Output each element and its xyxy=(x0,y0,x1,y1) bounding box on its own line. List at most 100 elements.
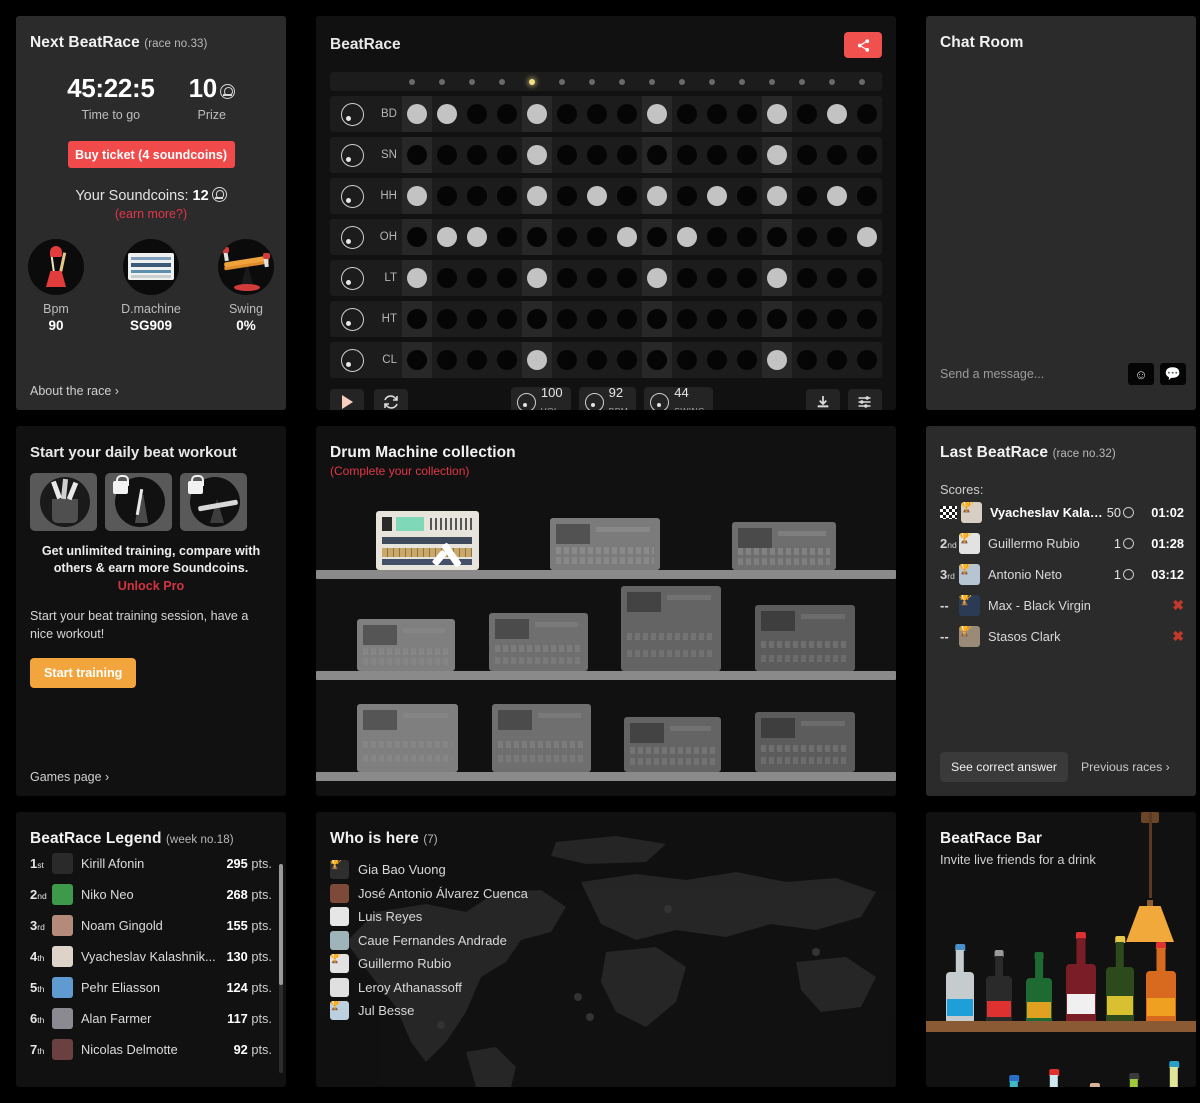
step-cell[interactable] xyxy=(462,96,492,132)
step-cell[interactable] xyxy=(552,137,582,173)
drum-machine-item[interactable] xyxy=(755,712,856,772)
list-item[interactable]: José Antonio Álvarez Cuenca xyxy=(330,882,896,906)
locked-swing-icon[interactable] xyxy=(180,473,247,531)
step-cell[interactable] xyxy=(432,137,462,173)
step-cell[interactable] xyxy=(432,260,462,296)
track-preview-icon[interactable] xyxy=(341,143,364,167)
remove-icon[interactable]: ✖ xyxy=(1142,597,1184,614)
step-cell[interactable] xyxy=(492,301,522,337)
step-cell[interactable] xyxy=(852,178,882,214)
step-cell[interactable] xyxy=(852,260,882,296)
track-preview-icon[interactable] xyxy=(341,307,364,331)
step-cell[interactable] xyxy=(672,137,702,173)
step-cell[interactable] xyxy=(642,219,672,255)
step-cell[interactable] xyxy=(522,96,552,132)
step-cell[interactable] xyxy=(462,301,492,337)
step-cell[interactable] xyxy=(672,96,702,132)
step-cell[interactable] xyxy=(822,178,852,214)
step-cell[interactable] xyxy=(762,301,792,337)
step-cell[interactable] xyxy=(792,219,822,255)
step-cell[interactable] xyxy=(702,96,732,132)
step-cell[interactable] xyxy=(762,96,792,132)
bottle[interactable] xyxy=(1120,1073,1148,1087)
step-cell[interactable] xyxy=(642,342,672,378)
step-cell[interactable] xyxy=(402,260,432,296)
step-cell[interactable] xyxy=(612,301,642,337)
legend-scrollbar[interactable] xyxy=(279,864,283,1073)
loop-button[interactable] xyxy=(374,388,408,410)
step-cell[interactable] xyxy=(702,342,732,378)
step-cell[interactable] xyxy=(402,219,432,255)
step-cell[interactable] xyxy=(522,260,552,296)
unlock-pro-link[interactable]: Unlock Pro xyxy=(16,579,286,593)
step-cell[interactable] xyxy=(612,219,642,255)
step-cell[interactable] xyxy=(792,178,822,214)
step-cell[interactable] xyxy=(762,260,792,296)
step-cell[interactable] xyxy=(852,342,882,378)
step-cell[interactable] xyxy=(852,137,882,173)
step-cell[interactable] xyxy=(822,96,852,132)
knob-bpm[interactable]: 92 BPM xyxy=(578,386,637,410)
step-cell[interactable] xyxy=(852,301,882,337)
step-cell[interactable] xyxy=(582,96,612,132)
step-cell[interactable] xyxy=(492,219,522,255)
step-cell[interactable] xyxy=(792,301,822,337)
remove-icon[interactable]: ✖ xyxy=(1142,628,1184,645)
share-button[interactable] xyxy=(844,32,882,58)
step-cell[interactable] xyxy=(642,301,672,337)
bottle[interactable] xyxy=(1066,932,1096,1032)
step-cell[interactable] xyxy=(462,219,492,255)
step-cell[interactable] xyxy=(852,219,882,255)
bottle[interactable] xyxy=(946,944,974,1032)
step-cell[interactable] xyxy=(852,96,882,132)
step-cell[interactable] xyxy=(582,219,612,255)
list-item[interactable]: 🏆 Guillermo Rubio xyxy=(330,952,896,976)
step-cell[interactable] xyxy=(462,137,492,173)
step-cell[interactable] xyxy=(432,301,462,337)
step-cell[interactable] xyxy=(612,260,642,296)
step-cell[interactable] xyxy=(582,137,612,173)
bottle[interactable] xyxy=(1000,1075,1028,1087)
step-cell[interactable] xyxy=(492,260,522,296)
step-cell[interactable] xyxy=(702,260,732,296)
list-item[interactable]: 🏆 Jul Besse xyxy=(330,999,896,1023)
knob-swing[interactable]: 44 SWING xyxy=(644,386,714,410)
drum-machine-item[interactable] xyxy=(624,717,722,772)
previous-races-link[interactable]: Previous races › xyxy=(1081,760,1170,774)
step-cell[interactable] xyxy=(492,342,522,378)
step-cell[interactable] xyxy=(792,137,822,173)
step-cell[interactable] xyxy=(552,96,582,132)
step-cell[interactable] xyxy=(582,178,612,214)
step-cell[interactable] xyxy=(432,342,462,378)
settings-button[interactable] xyxy=(847,388,882,410)
step-cell[interactable] xyxy=(432,219,462,255)
bottle[interactable] xyxy=(1026,952,1052,1032)
step-cell[interactable] xyxy=(732,219,762,255)
step-cell[interactable] xyxy=(642,178,672,214)
step-cell[interactable] xyxy=(762,137,792,173)
step-cell[interactable] xyxy=(672,219,702,255)
step-cell[interactable] xyxy=(792,342,822,378)
drum-machine-item[interactable] xyxy=(375,511,479,570)
step-cell[interactable] xyxy=(792,96,822,132)
chat-input[interactable]: Send a message... xyxy=(940,367,1122,381)
step-cell[interactable] xyxy=(462,178,492,214)
step-cell[interactable] xyxy=(582,301,612,337)
step-cell[interactable] xyxy=(462,260,492,296)
step-cell[interactable] xyxy=(672,342,702,378)
step-cell[interactable] xyxy=(822,342,852,378)
step-cell[interactable] xyxy=(462,342,492,378)
drum-machine-item[interactable] xyxy=(550,518,661,570)
list-item[interactable]: Caue Fernandes Andrade xyxy=(330,929,896,953)
step-cell[interactable] xyxy=(522,178,552,214)
buy-ticket-button[interactable]: Buy ticket (4 soundcoins) xyxy=(67,141,235,168)
drum-machine-item[interactable] xyxy=(488,613,588,671)
step-cell[interactable] xyxy=(522,137,552,173)
step-cell[interactable] xyxy=(642,260,672,296)
bottle[interactable] xyxy=(1040,1069,1068,1087)
track-preview-icon[interactable] xyxy=(341,266,364,290)
speech-bubble-icon[interactable]: 💬 xyxy=(1160,363,1186,385)
drum-machine-item[interactable] xyxy=(356,704,458,772)
download-button[interactable] xyxy=(805,388,840,410)
step-cell[interactable] xyxy=(762,178,792,214)
